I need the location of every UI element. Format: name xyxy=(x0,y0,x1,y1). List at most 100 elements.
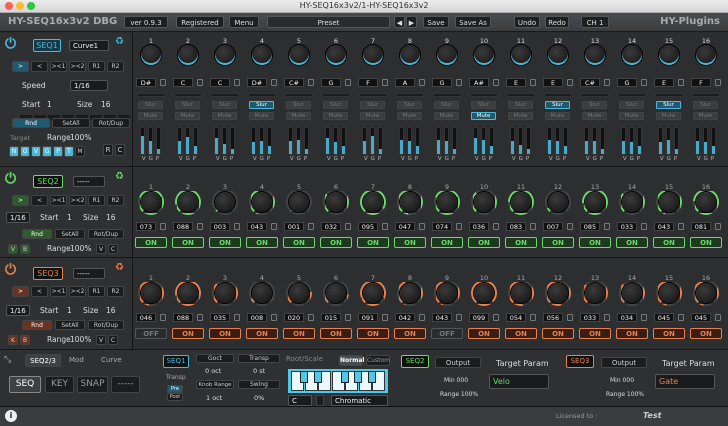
seq3-on-toggle[interactable]: ON xyxy=(505,328,537,339)
seq1-mute-button[interactable]: Mute xyxy=(545,112,570,120)
seq1-mute-button[interactable]: Mute xyxy=(471,112,496,120)
seq1-dir-button-0[interactable]: > xyxy=(12,61,29,72)
seq1-velocity-slider[interactable] xyxy=(547,127,552,155)
seq1-slur-button[interactable]: Slur xyxy=(582,101,607,109)
seq1-gate-slider[interactable] xyxy=(370,127,375,155)
lock-icon[interactable] xyxy=(530,314,536,321)
lock-icon[interactable] xyxy=(160,314,166,321)
seq1-note-knob[interactable] xyxy=(363,45,383,65)
seq1-velocity-slider[interactable] xyxy=(658,127,663,155)
seq3-on-toggle[interactable]: ON xyxy=(172,328,204,339)
seq2-dir-button-2[interactable]: ><1 xyxy=(50,195,67,206)
seq3-on-toggle[interactable]: ON xyxy=(209,328,241,339)
lock-icon[interactable] xyxy=(530,79,536,86)
seq1-prob-slider[interactable] xyxy=(674,127,679,155)
seq3-dir-button-5[interactable]: R2 xyxy=(107,286,124,297)
seq1-gate-slider[interactable] xyxy=(407,127,412,155)
seq1-start-value[interactable]: 1 xyxy=(47,100,52,109)
seq1-mute-button[interactable]: Mute xyxy=(323,112,348,120)
seq1-note-knob[interactable] xyxy=(659,45,679,65)
seq3-value[interactable]: 054 xyxy=(506,313,526,322)
seq1-note-value[interactable]: G xyxy=(432,78,452,87)
lock-icon[interactable] xyxy=(567,79,573,86)
seq2-on-toggle[interactable]: ON xyxy=(357,237,389,248)
seq1-velocity-slider[interactable] xyxy=(473,127,478,155)
seq1-velocity-slider[interactable] xyxy=(510,127,515,155)
seq1-power-icon[interactable]: ⏻ xyxy=(5,36,16,52)
seq1-gate-slider[interactable] xyxy=(481,127,486,155)
seq1-prob-slider[interactable] xyxy=(230,127,235,155)
seq2-value[interactable]: 047 xyxy=(395,222,415,231)
seq2-value-knob[interactable] xyxy=(400,192,420,212)
seq1-slur-button[interactable]: Slur xyxy=(397,101,422,109)
lock-icon[interactable] xyxy=(197,223,203,230)
lock-icon[interactable] xyxy=(345,223,351,230)
seq1-note-value[interactable]: E xyxy=(506,78,526,87)
black-key[interactable] xyxy=(340,371,349,383)
seq2-value[interactable]: 088 xyxy=(173,222,193,231)
black-key[interactable] xyxy=(313,371,322,383)
seq2-value[interactable]: 001 xyxy=(284,222,304,231)
info-icon[interactable]: i xyxy=(5,410,17,422)
root-select[interactable]: C xyxy=(288,395,312,406)
seq1-target-m[interactable]: M xyxy=(75,146,85,157)
seq2-dice-icon[interactable]: ♻ xyxy=(115,171,124,182)
seq1-gate-slider[interactable] xyxy=(259,127,264,155)
lock-icon[interactable] xyxy=(715,79,721,86)
seq3-value-knob[interactable] xyxy=(585,283,605,303)
seq1-target-p[interactable]: P xyxy=(53,146,63,157)
seq1-velocity-slider[interactable] xyxy=(362,127,367,155)
lock-icon[interactable] xyxy=(493,314,499,321)
seq1-velocity-slider[interactable] xyxy=(140,127,145,155)
mode-seq-button[interactable]: SEQ xyxy=(9,376,41,393)
seq2-value[interactable]: 083 xyxy=(506,222,526,231)
seq1-dir-button-1[interactable]: < xyxy=(31,61,48,72)
scale-normal-button[interactable]: Normal xyxy=(339,355,364,366)
seq1-mute-button[interactable]: Mute xyxy=(397,112,422,120)
seq1-note-knob[interactable] xyxy=(326,45,346,65)
seq1-note-value[interactable]: G xyxy=(321,78,341,87)
black-key[interactable] xyxy=(354,371,362,383)
seq1-rnd-tab[interactable]: Rnd xyxy=(12,118,50,128)
seq3-value-knob[interactable] xyxy=(363,283,383,303)
seq2-value-knob[interactable] xyxy=(252,192,272,212)
seq1-slur-button[interactable]: Slur xyxy=(471,101,496,109)
lock-icon[interactable] xyxy=(641,79,647,86)
seq3-dir-button-3[interactable]: ><2 xyxy=(69,286,86,297)
mode-extra-button[interactable]: ----- xyxy=(111,376,140,393)
seq2-value-knob[interactable] xyxy=(511,192,531,212)
seq1-note-value[interactable]: F xyxy=(358,78,378,87)
seq2-value-knob[interactable] xyxy=(326,192,346,212)
seq3-value-knob[interactable] xyxy=(326,283,346,303)
seq1-prob-slider[interactable] xyxy=(489,127,494,155)
transp-pre-button[interactable]: Pre xyxy=(167,385,183,393)
seq3-on-toggle[interactable]: ON xyxy=(616,328,648,339)
seq1-prob-slider[interactable] xyxy=(563,127,568,155)
lock-icon[interactable] xyxy=(419,79,425,86)
seq2-rotdup-tab[interactable]: Rot/Dup xyxy=(88,229,124,239)
seq1-velocity-slider[interactable] xyxy=(436,127,441,155)
seq2-value[interactable]: 043 xyxy=(247,222,267,231)
seq3-value-knob[interactable] xyxy=(474,283,494,303)
seq2-dir-button-0[interactable]: > xyxy=(12,195,29,206)
lock-icon[interactable] xyxy=(456,223,462,230)
lock-icon[interactable] xyxy=(382,79,388,86)
lock-icon[interactable] xyxy=(604,79,610,86)
seq1-prob-slider[interactable] xyxy=(452,127,457,155)
lock-icon[interactable] xyxy=(345,79,351,86)
lock-icon[interactable] xyxy=(419,223,425,230)
seq3-rotdup-tab[interactable]: Rot/Dup xyxy=(88,320,124,330)
seq1-dir-button-4[interactable]: R1 xyxy=(88,61,105,72)
lock-icon[interactable] xyxy=(456,314,462,321)
seq1-setall-tab[interactable]: SetAll xyxy=(52,118,90,128)
seq1-mute-button[interactable]: Mute xyxy=(175,112,200,120)
seq1-slur-button[interactable]: Slur xyxy=(138,101,163,109)
lock-icon[interactable] xyxy=(234,223,240,230)
undo-button[interactable]: Undo xyxy=(514,16,540,28)
seq1-note-value[interactable]: C xyxy=(173,78,193,87)
lock-icon[interactable] xyxy=(197,79,203,86)
seq2-value[interactable]: 003 xyxy=(210,222,230,231)
seq1-gate-slider[interactable] xyxy=(296,127,301,155)
seq1-gate-slider[interactable] xyxy=(148,127,153,155)
seq3-dir-button-4[interactable]: R1 xyxy=(88,286,105,297)
